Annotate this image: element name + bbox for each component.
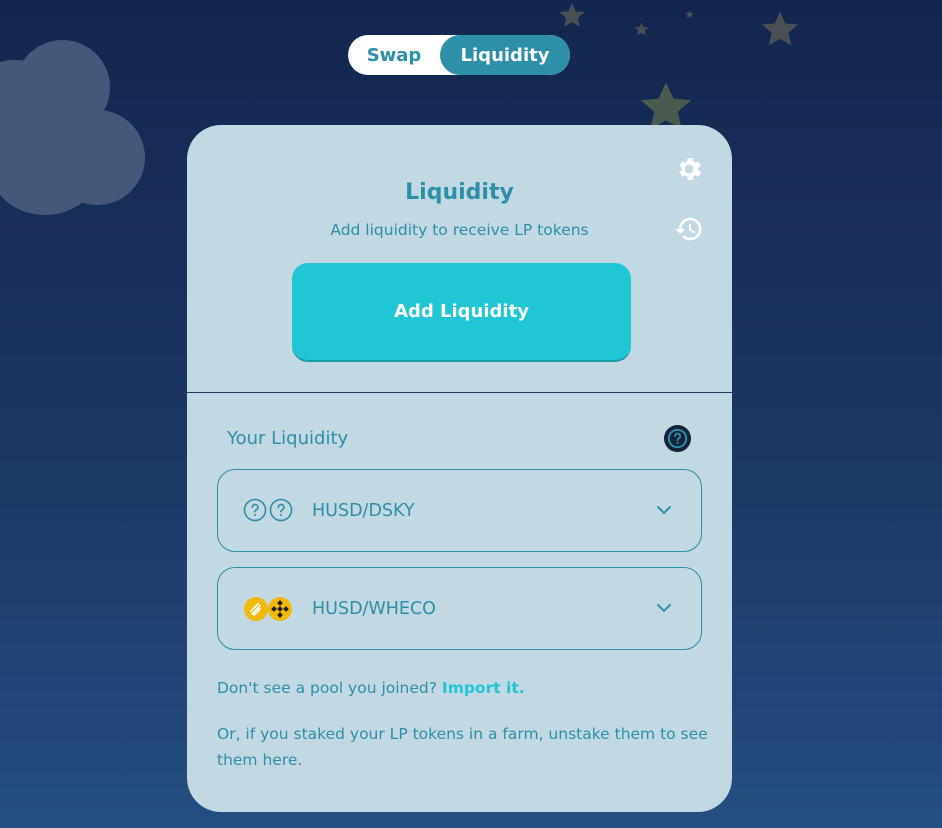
star-decoration (685, 10, 694, 18)
chevron-down-icon[interactable] (655, 601, 673, 615)
import-prompt: Don't see a pool you joined? (217, 679, 437, 697)
unknown-token-icon (243, 498, 267, 522)
pool-row-husd-wheco[interactable]: HUSD/WHECO (217, 567, 702, 650)
add-liquidity-button[interactable]: Add Liquidity (292, 263, 631, 362)
pool-name: HUSD/WHECO (312, 599, 436, 619)
unknown-token-icon (269, 498, 293, 522)
card-subtitle: Add liquidity to receive LP tokens (330, 221, 589, 239)
pool-row-husd-dsky[interactable]: HUSD/DSKY (217, 469, 702, 552)
pool-token-icons (243, 596, 293, 622)
chevron-down-icon[interactable] (655, 503, 673, 517)
staked-hint: Or, if you staked your LP tokens in a fa… (217, 725, 708, 769)
import-note: Don't see a pool you joined? Import it. (217, 675, 525, 701)
cloud-decoration (0, 40, 150, 220)
star-decoration (634, 22, 649, 36)
liquidity-card: Liquidity Add liquidity to receive LP to… (187, 125, 732, 812)
tab-liquidity[interactable]: Liquidity (440, 35, 570, 75)
tab-swap[interactable]: Swap (348, 35, 440, 75)
swap-liquidity-toggle: Swap Liquidity (348, 35, 570, 75)
question-circle-icon[interactable] (663, 424, 692, 453)
star-decoration (762, 11, 798, 46)
star-decoration (559, 3, 585, 27)
divider (187, 392, 732, 393)
your-liquidity-label: Your Liquidity (227, 428, 349, 449)
husd-token-icon (244, 597, 268, 621)
wheco-token-icon (268, 597, 292, 621)
pool-name: HUSD/DSKY (312, 501, 415, 521)
import-link[interactable]: Import it. (442, 679, 525, 697)
pool-token-icons (243, 498, 293, 522)
card-title: Liquidity (405, 180, 514, 205)
